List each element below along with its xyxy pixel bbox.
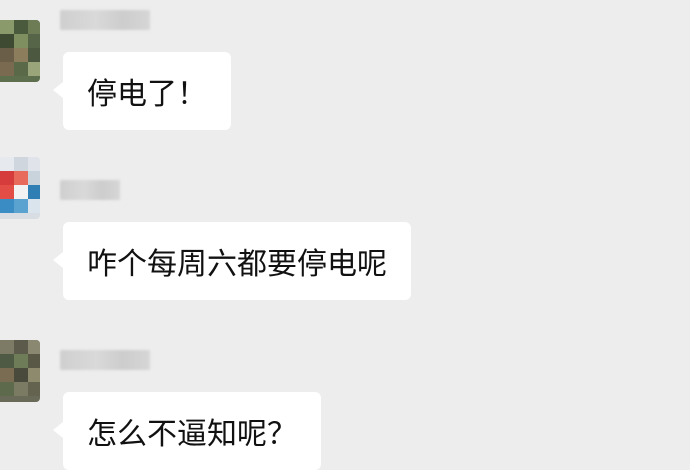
avatar[interactable]: [0, 340, 40, 402]
sender-name: [60, 350, 150, 370]
message-bubble: 停电了！: [53, 52, 231, 130]
sender-name: [60, 10, 150, 30]
avatar[interactable]: [0, 157, 40, 219]
chat-conversation: 停电了！ 咋个每周六都要停电呢 怎么不逼知呢？: [0, 0, 690, 470]
message-bubble: 咋个每周六都要停电呢: [53, 222, 411, 300]
message-bubble: 怎么不逼知呢？: [53, 392, 321, 470]
sender-name: [60, 180, 120, 200]
avatar[interactable]: [0, 20, 40, 82]
